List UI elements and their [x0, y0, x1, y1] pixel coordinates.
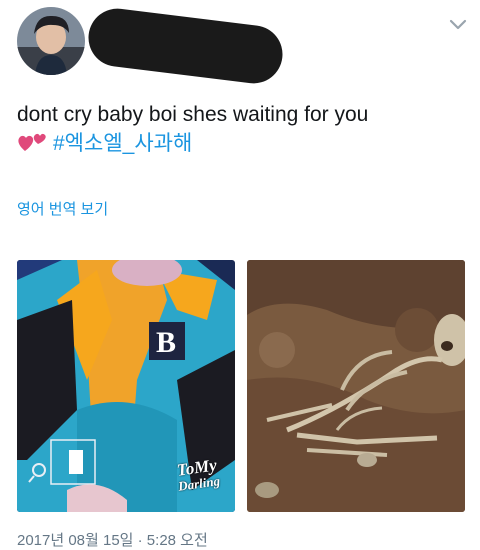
media-photo-skeleton[interactable]	[247, 260, 465, 512]
tweet-text-body: dont cry baby boi shes waiting for you	[17, 103, 369, 126]
hashtag-link[interactable]: #엑소엘_사과해	[53, 132, 192, 155]
media-photo-hoodie[interactable]: B ToMy Darling	[17, 260, 235, 512]
chevron-down-icon[interactable]	[445, 12, 471, 38]
avatar[interactable]	[17, 7, 85, 75]
translate-link[interactable]: 영어 번역 보기	[17, 198, 108, 219]
username-redaction	[85, 5, 286, 87]
tweet-text: dont cry baby boi shes waiting for you #…	[17, 100, 467, 158]
two-hearts-icon	[17, 131, 49, 153]
svg-text:B: B	[156, 326, 176, 359]
